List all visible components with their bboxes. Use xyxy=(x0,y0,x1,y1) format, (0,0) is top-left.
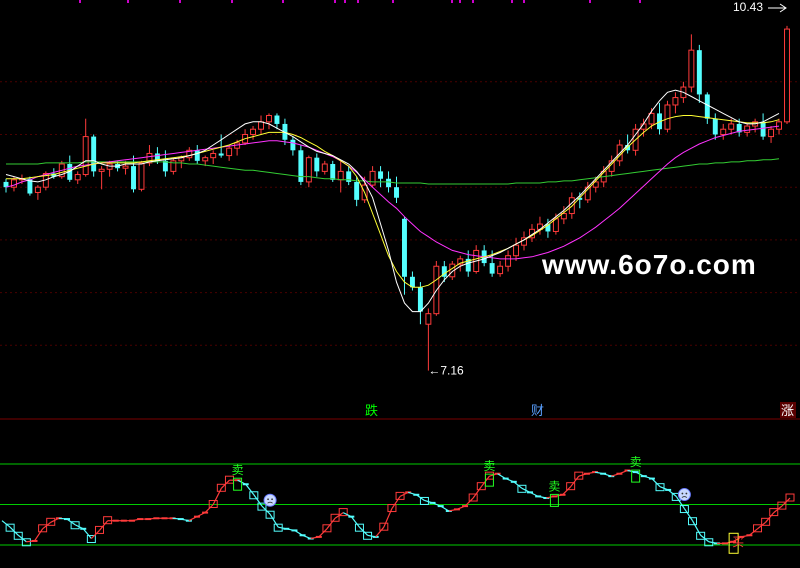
sell-label: 卖 xyxy=(232,463,244,477)
candle-up xyxy=(202,157,209,162)
face-icon-eye xyxy=(267,498,269,501)
sell-label: 卖 xyxy=(630,455,642,469)
candle-up xyxy=(776,121,783,130)
candle-up xyxy=(497,265,504,275)
candle-down xyxy=(354,181,360,200)
candle-down xyxy=(290,139,296,151)
watermark: www.6o7o.com xyxy=(541,249,757,280)
candle-up xyxy=(122,165,129,169)
candle-up xyxy=(74,174,81,181)
candle-down xyxy=(298,150,304,182)
face-icon-eye xyxy=(685,492,688,495)
candle-up xyxy=(337,170,344,181)
candle-up xyxy=(672,97,679,106)
candle-up xyxy=(10,179,17,188)
candle-up xyxy=(34,186,41,193)
candle-up xyxy=(728,123,735,130)
candle-up xyxy=(513,244,520,257)
candle-down xyxy=(489,263,495,274)
candle-up xyxy=(784,28,790,123)
high-price-label: 10.43 xyxy=(733,0,763,14)
candle-down xyxy=(401,218,407,277)
candle-up xyxy=(321,163,328,172)
candle-up xyxy=(505,255,512,267)
face-icon xyxy=(677,488,691,502)
candle-up xyxy=(305,157,312,183)
candle-down xyxy=(91,136,97,172)
marker-fall: 跌 xyxy=(365,403,378,419)
candle-up xyxy=(648,112,655,125)
face-icon-eye xyxy=(681,492,684,495)
candle-up xyxy=(98,168,105,172)
candle-down xyxy=(696,50,702,95)
low-price-label: ←7.16 xyxy=(428,364,464,378)
candle-down xyxy=(704,94,710,119)
candle-up xyxy=(425,313,432,325)
candle-down xyxy=(394,187,399,198)
candle-up xyxy=(744,125,751,133)
chart-background xyxy=(0,0,800,568)
stock-chart: 10.43 ←7.16 www.6o7o.com 跌 财 涨 卖卖卖卖买 xyxy=(0,0,800,568)
candle-up xyxy=(688,49,695,88)
candle-down xyxy=(760,121,766,137)
candle-up xyxy=(369,170,376,186)
candle-up xyxy=(768,128,775,138)
candle-up xyxy=(266,115,272,123)
buy-label: 买 xyxy=(732,535,744,549)
candle-down xyxy=(386,178,392,188)
candle-up xyxy=(226,147,233,157)
candle-down xyxy=(417,287,423,312)
candle-down xyxy=(378,171,384,179)
candle-down xyxy=(194,150,200,161)
candle-up xyxy=(82,136,89,176)
candle-down xyxy=(274,115,280,124)
candle-up xyxy=(664,104,671,130)
sell-label: 卖 xyxy=(548,479,560,493)
candle-down xyxy=(330,164,336,180)
candle-down xyxy=(131,166,136,190)
candle-up xyxy=(250,128,257,135)
candle-down xyxy=(712,118,718,135)
candle-up xyxy=(720,128,727,135)
candle-down xyxy=(218,153,224,156)
marker-rise: 涨 xyxy=(781,404,794,419)
candle-down xyxy=(314,157,320,172)
sell-label: 卖 xyxy=(483,459,495,473)
face-icon xyxy=(263,493,277,507)
candle-up xyxy=(138,162,145,190)
candle-up xyxy=(258,121,264,130)
marker-cai: 财 xyxy=(531,404,544,419)
candle-up xyxy=(106,163,113,170)
face-icon-eye xyxy=(271,498,273,501)
candle-up xyxy=(210,152,217,159)
